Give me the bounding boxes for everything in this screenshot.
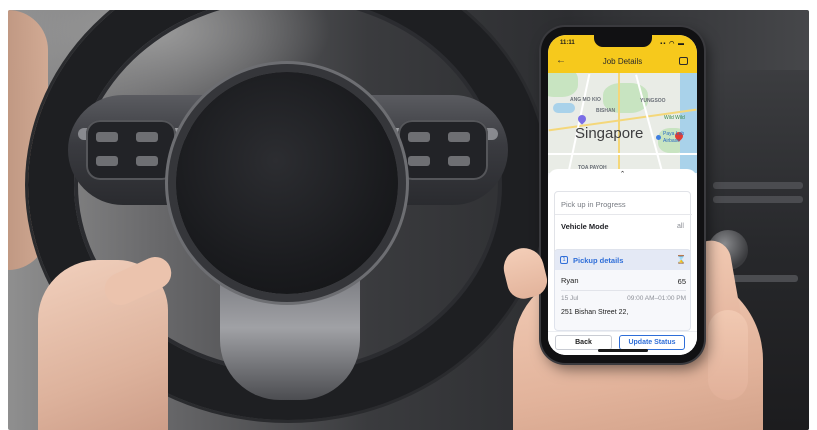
pickup-header: 1 Pickup details ⌛ [555,250,690,270]
map-park [548,73,578,97]
vent-slat [713,196,803,203]
vehicle-mode-value: all [676,223,684,230]
back-button[interactable]: Back [555,335,612,350]
status-icons: ▪▪ ◠ ▬ [660,41,685,47]
pickup-number-badge: 1 [560,256,568,264]
update-status-button[interactable]: Update Status [619,335,685,350]
pickup-count: 65 [677,277,686,286]
poi-icon [656,135,661,140]
pickup-time-window: 09:00 AM–01:00 PM [627,295,686,302]
steering-wheel-hub [176,72,398,294]
map-label: BISHAN [596,108,616,114]
phone-screen: 11:11 ▪▪ ◠ ▬ ← Job Details ANG MO KIO YU… [548,35,697,355]
chevron-up-icon[interactable]: ⌃ [548,170,697,178]
divider [561,290,686,291]
divider [555,214,692,215]
chat-icon[interactable] [679,57,688,65]
map-label: ANG MO KIO [570,97,601,103]
pickup-title: Pickup details [573,256,624,265]
pickup-body: Ryan 65 15 Jul 09:00 AM–01:00 PM 251 Bis… [555,270,690,330]
map-view[interactable]: ANG MO KIO YUNGSOO BISHAN TOA PAYOH Sing… [548,73,697,173]
app-header: ← Job Details [548,51,697,73]
home-indicator [598,349,648,352]
vent-slat [728,275,798,282]
map-city-label: Singapore [575,125,644,142]
steering-wheel-lower-spoke [220,280,360,400]
map-reservoir [553,103,575,113]
pickup-details-card[interactable]: 1 Pickup details ⌛ Ryan 65 15 Jul 09:00 … [554,249,691,331]
poi-label: Wild Wild [664,115,685,121]
right-hand-finger [708,310,748,400]
pickup-date: 15 Jul [561,295,579,302]
page-title: Job Details [602,57,643,66]
job-bottom-sheet: ⌃ Pick up in Progress Vehicle Mode all 1… [548,169,697,355]
status-card: Pick up in Progress Vehicle Mode all [554,191,692,255]
map-road [618,73,620,173]
poi-label: Paya Leb [663,131,685,137]
vehicle-mode-label: Vehicle Mode [561,222,609,231]
pickup-address: 251 Bishan Street 22, [561,309,629,316]
status-time: 11:11 [560,40,575,46]
progress-status: Pick up in Progress [561,200,626,209]
poi-label: Airbase [663,138,680,144]
hourglass-icon: ⌛ [676,255,686,264]
vent-slat [713,182,803,189]
phone-notch [594,35,652,47]
wheel-button-cluster-left [86,120,176,180]
smartphone: 11:11 ▪▪ ◠ ▬ ← Job Details ANG MO KIO YU… [541,27,704,363]
map-road [635,74,663,172]
map-coast [680,73,697,173]
map-label: YUNGSOO [640,98,666,104]
wheel-button-cluster-right [398,120,488,180]
pickup-contact-name: Ryan [561,276,579,285]
